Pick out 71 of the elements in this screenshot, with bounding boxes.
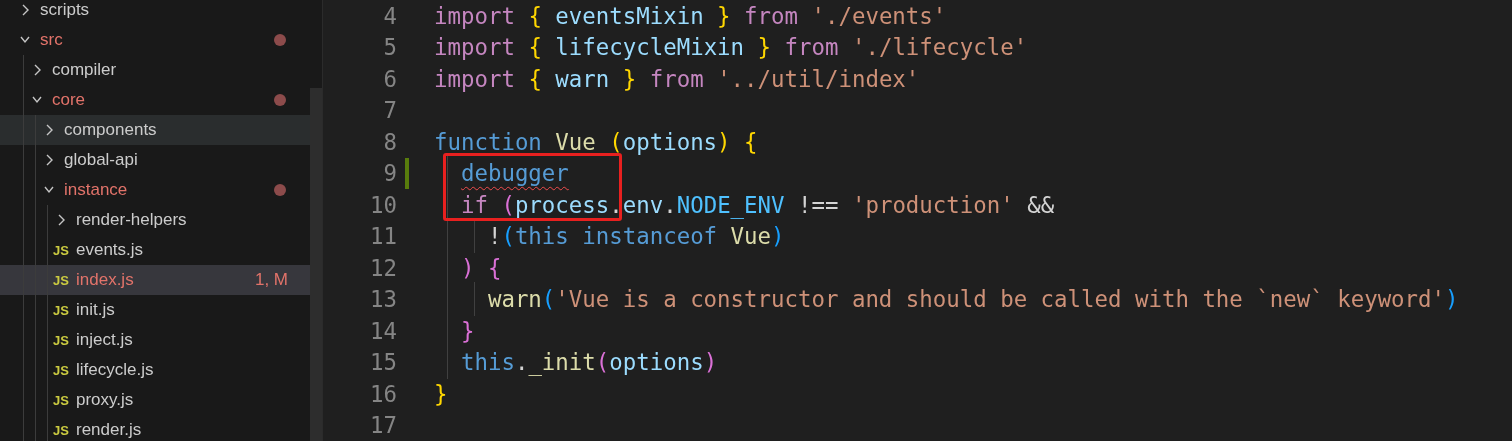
folder-item[interactable]: global-api <box>0 145 310 175</box>
file-type-icon: JS <box>53 422 69 438</box>
file-item[interactable]: JS inject.js <box>0 325 310 355</box>
file-type-icon: JS <box>53 392 69 408</box>
item-label: inject.js <box>76 330 133 350</box>
item-label: scripts <box>40 0 90 20</box>
code-line: import { eventsMixin } from './events' <box>434 2 947 29</box>
line-number: 11 <box>369 223 397 250</box>
file-item[interactable]: JS init.js <box>0 295 310 325</box>
file-item[interactable]: JS render.js <box>0 415 310 441</box>
line-number: 12 <box>369 254 397 281</box>
code-line: } <box>434 317 475 344</box>
line-number: 15 <box>369 349 397 376</box>
file-type-icon: JS <box>53 362 69 378</box>
code-line: import { warn } from '../util/index' <box>434 65 920 92</box>
modified-dot <box>274 184 286 196</box>
chevron-right-icon[interactable] <box>32 63 42 77</box>
code-line: !(this instanceof Vue) <box>434 223 785 250</box>
item-label: render-helpers <box>76 210 187 230</box>
item-label: index.js <box>76 270 134 290</box>
file-item[interactable]: JS index.js 1, M <box>0 265 310 295</box>
item-label: render.js <box>76 420 142 440</box>
modified-dot <box>274 34 286 46</box>
line-number: 7 <box>382 97 397 124</box>
line-number: 6 <box>382 65 397 92</box>
code-line: ) { <box>434 254 502 281</box>
folder-item[interactable]: src <box>0 25 310 55</box>
item-label: components <box>64 120 157 140</box>
code-line: function Vue (options) { <box>434 128 758 155</box>
line-number: 4 <box>382 2 397 29</box>
item-label: global-api <box>64 150 138 170</box>
scrollbar[interactable] <box>310 88 322 441</box>
line-number: 8 <box>382 128 397 155</box>
line-number: 5 <box>382 34 397 61</box>
line-number: 9 <box>382 160 397 187</box>
code-line: this._init(options) <box>434 349 718 376</box>
file-type-icon: JS <box>53 302 69 318</box>
line-number: 10 <box>369 191 397 218</box>
file-item[interactable]: JS events.js <box>0 235 310 265</box>
item-label: proxy.js <box>76 390 134 410</box>
chevron-right-icon[interactable] <box>44 123 54 137</box>
file-type-icon: JS <box>53 272 69 288</box>
item-label: core <box>52 90 86 110</box>
folder-item[interactable]: instance <box>0 175 310 205</box>
chevron-right-icon[interactable] <box>56 213 66 227</box>
file-type-icon: JS <box>53 242 69 258</box>
file-type-icon: JS <box>53 332 69 348</box>
item-label: src <box>40 30 63 50</box>
code-line: import { lifecycleMixin } from './lifecycle' <box>434 34 1028 61</box>
file-item[interactable]: JS proxy.js <box>0 385 310 415</box>
item-label: compiler <box>52 60 117 80</box>
line-number: 17 <box>369 412 397 439</box>
item-label: init.js <box>76 300 115 320</box>
line-number: 13 <box>369 286 397 313</box>
git-status-label: 1, M <box>254 270 288 290</box>
file-item[interactable]: JS lifecycle.js <box>0 355 310 385</box>
item-label: events.js <box>76 240 144 260</box>
item-label: instance <box>64 180 128 200</box>
chevron-right-icon[interactable] <box>20 3 30 17</box>
modified-dot <box>274 94 286 106</box>
folder-item[interactable]: render-helpers <box>0 205 310 235</box>
item-label: lifecycle.js <box>76 360 154 380</box>
folder-item[interactable]: components <box>0 115 310 145</box>
folder-item[interactable]: scripts <box>0 0 310 25</box>
chevron-right-icon[interactable] <box>44 153 54 167</box>
line-number: 14 <box>369 317 397 344</box>
code-line: if (process.env.NODE_ENV !== 'production' && <box>434 191 1055 218</box>
folder-item[interactable]: compiler <box>0 55 310 85</box>
line-number: 16 <box>369 380 397 407</box>
code-line: } <box>434 380 448 407</box>
folder-item[interactable]: core <box>0 85 310 115</box>
